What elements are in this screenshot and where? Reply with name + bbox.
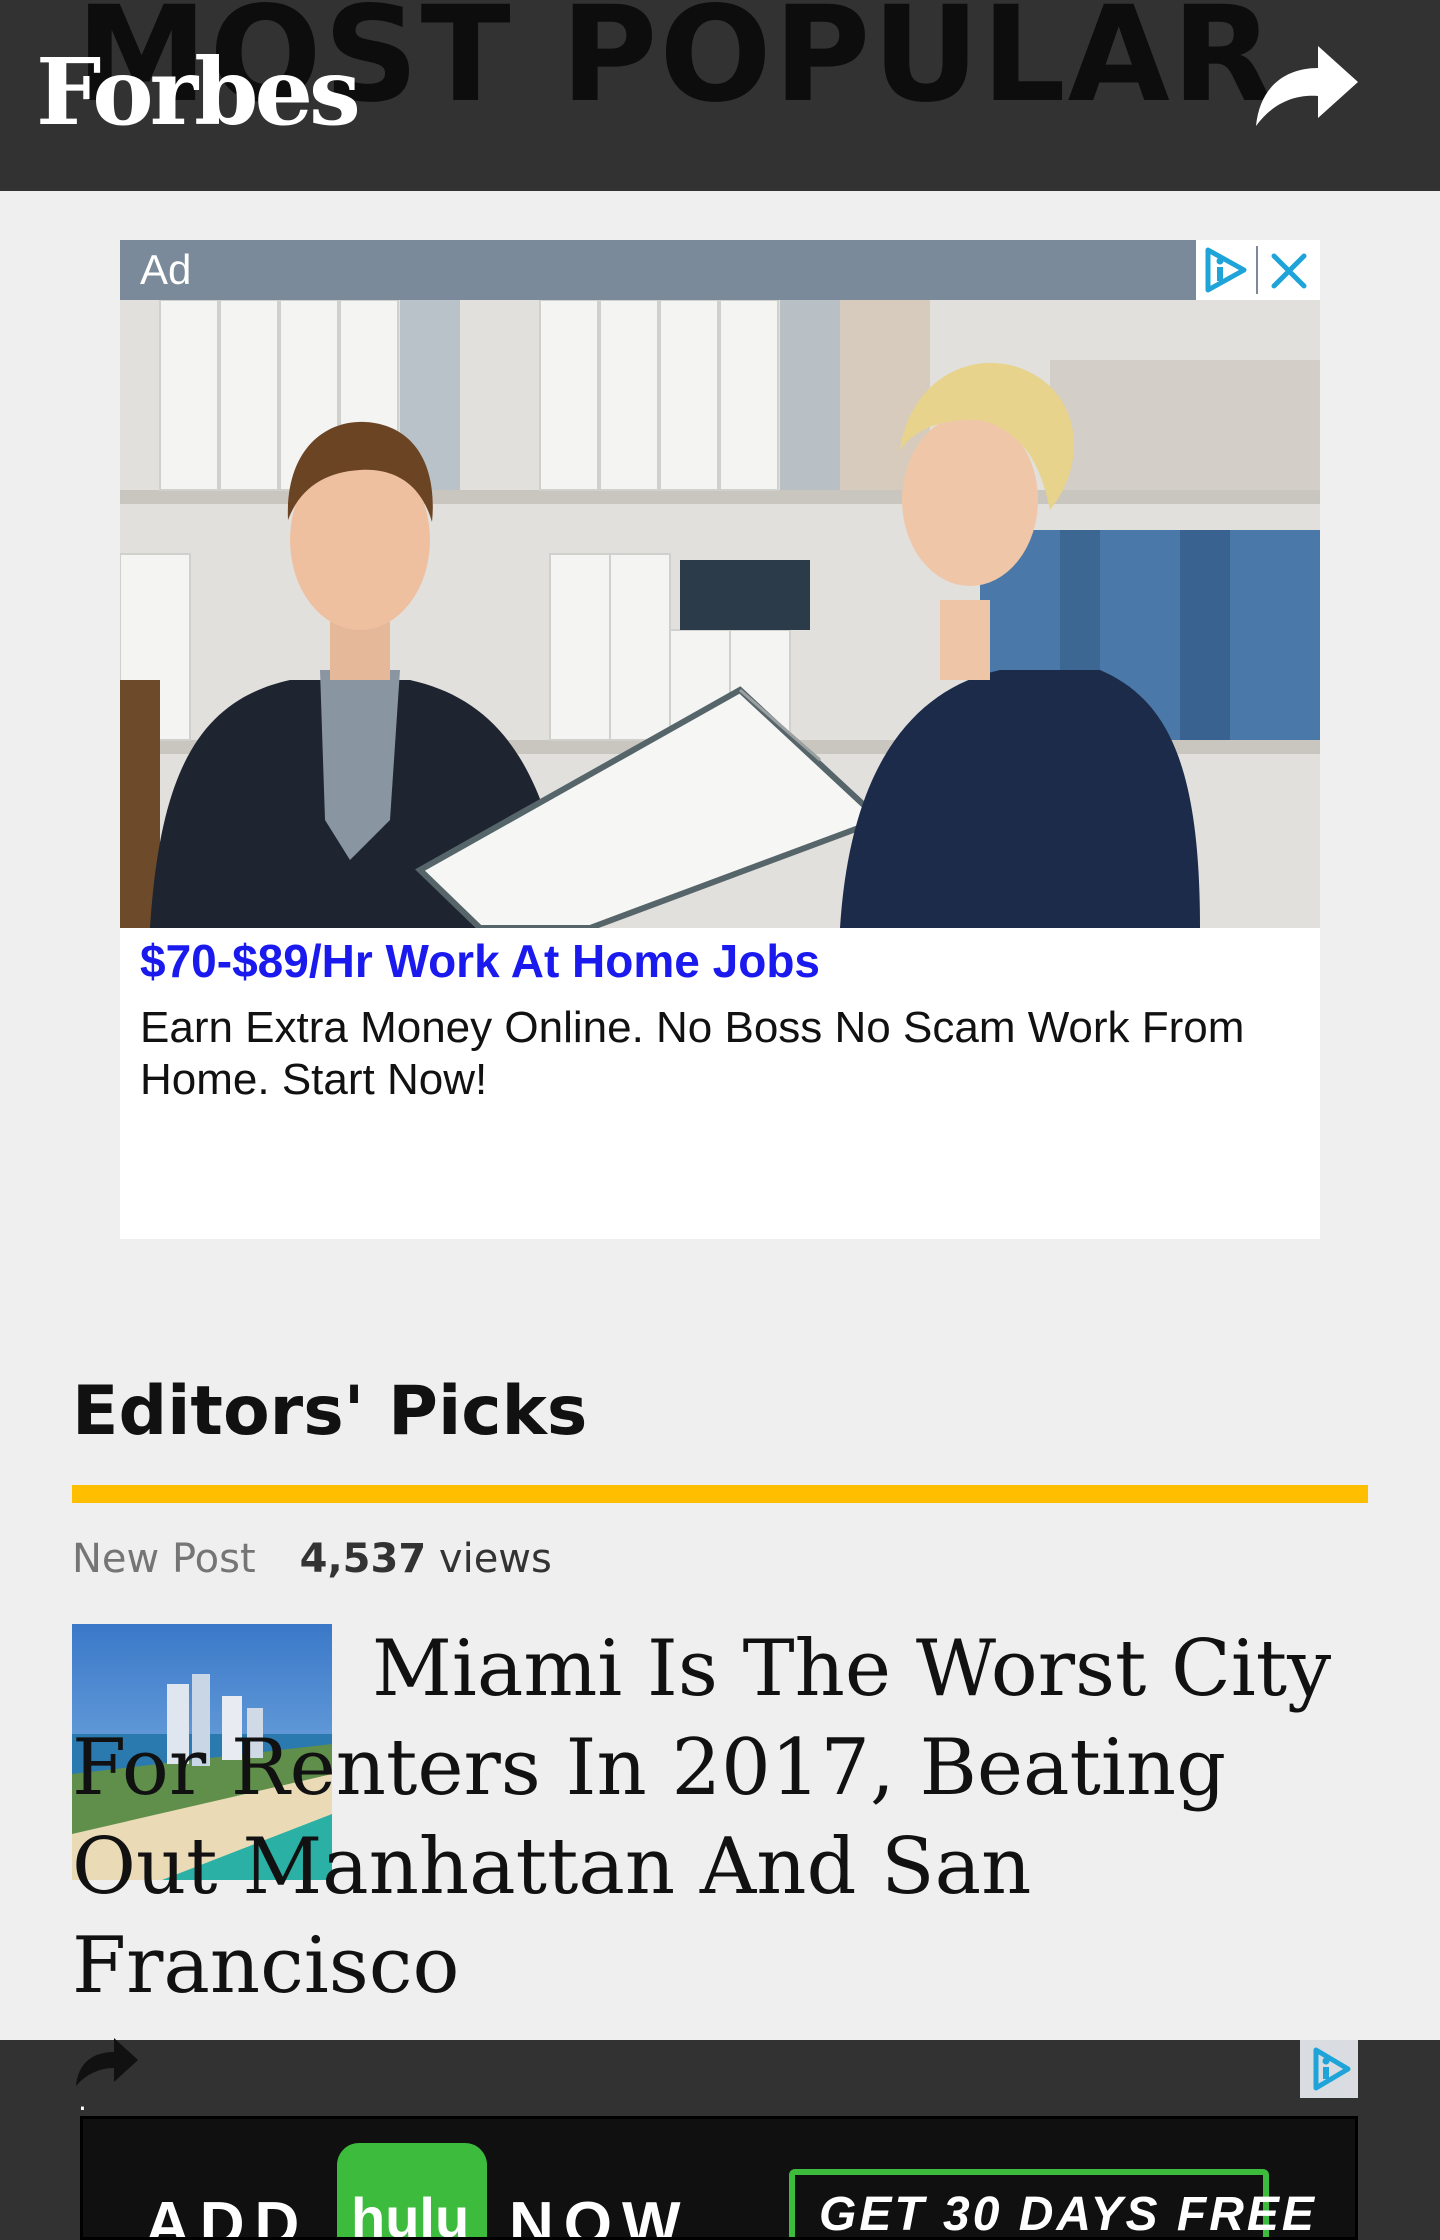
ad-icon-divider [1256, 246, 1258, 294]
sponsored-ad-card[interactable]: Ad $70-$89/Hr Work At Home Jobs Earn Ext… [120, 240, 1320, 1239]
adchoices-icon[interactable] [1300, 2040, 1358, 2098]
hulu-banner-ad[interactable]: ADD hulu NOW GET 30 DAYS FREE [80, 2116, 1358, 2240]
ad-headline-link[interactable]: $70-$89/Hr Work At Home Jobs [140, 934, 820, 988]
close-icon[interactable] [1268, 250, 1310, 292]
hulu-cta-button[interactable]: GET 30 DAYS FREE [789, 2169, 1314, 2237]
new-post-tag: New Post [72, 1536, 256, 1582]
top-header: MOST POPULAR Forbes [0, 0, 1440, 191]
views-label: views [438, 1536, 552, 1582]
editors-picks-heading: Editors' Picks [72, 1372, 588, 1451]
ad-label-bar: Ad [120, 240, 1196, 300]
section-accent-rule [72, 1485, 1368, 1503]
article-meta: New Post 4,537 views [72, 1536, 552, 1582]
hulu-cta-label: GET 30 DAYS FREE [819, 2188, 1317, 2240]
views-count: 4,537 [299, 1536, 427, 1582]
ad-description: Earn Extra Money Online. No Boss No Scam… [140, 1003, 1245, 1104]
dot-marker: . [78, 2084, 87, 2117]
ad-label: Ad [140, 246, 192, 293]
share-arrow-icon[interactable] [1250, 38, 1362, 130]
adchoices-icon[interactable] [1200, 244, 1252, 296]
hulu-logo: hulu [337, 2143, 487, 2240]
article-title-link[interactable]: Miami Is The Worst City For Renters In 2… [72, 1620, 1372, 2016]
ad-image[interactable] [120, 300, 1320, 928]
hulu-add-text: ADD [145, 2190, 310, 2240]
hulu-logo-text: hulu [351, 2186, 470, 2240]
forbes-logo[interactable]: Forbes [36, 38, 361, 146]
share-arrow-icon[interactable] [72, 2034, 140, 2088]
hulu-now-text: NOW [509, 2190, 691, 2240]
